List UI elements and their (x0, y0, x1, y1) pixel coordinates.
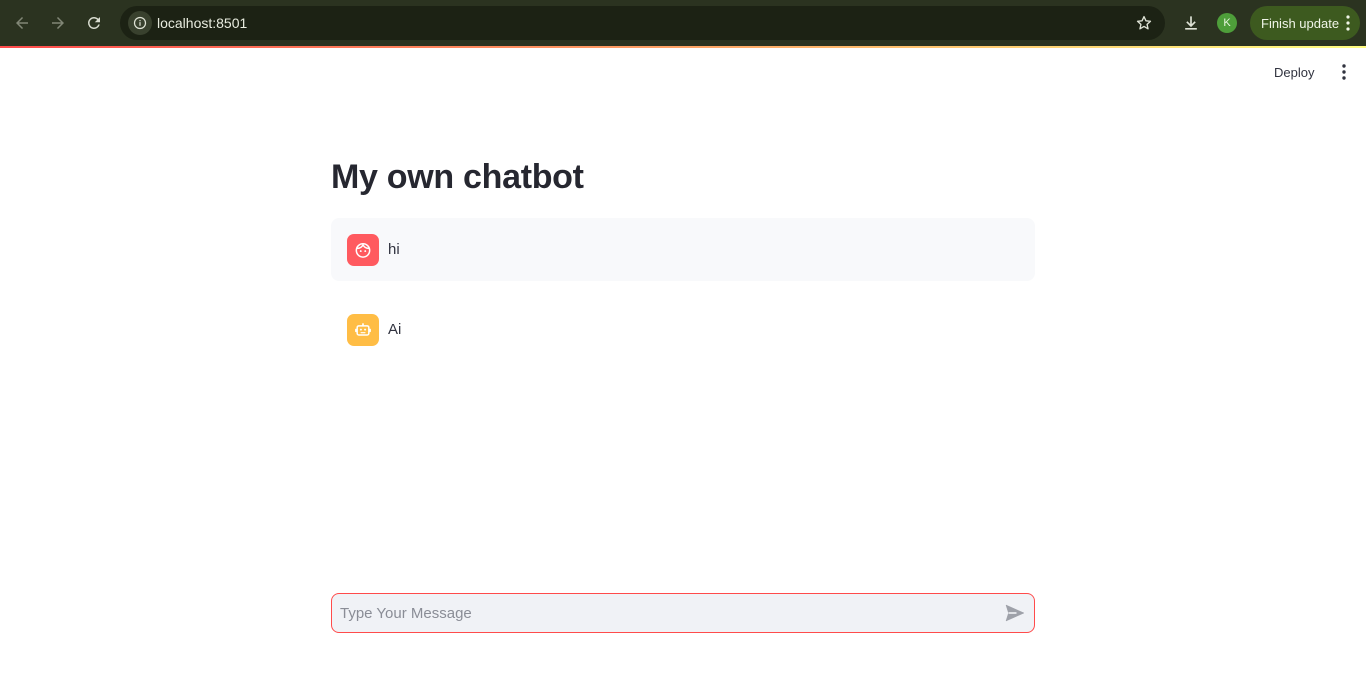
robot-icon (355, 322, 371, 336)
user-avatar (347, 233, 379, 266)
more-vert-icon (1342, 64, 1346, 80)
chat-message-text: Ai (388, 321, 402, 338)
chat-input[interactable] (340, 594, 990, 632)
reload-icon (87, 16, 100, 29)
back-button[interactable] (10, 11, 34, 35)
page-title: My own chatbot (331, 158, 584, 196)
user-face-icon (355, 242, 371, 258)
download-icon[interactable] (1181, 13, 1201, 33)
finish-update-button[interactable]: Finish update (1250, 6, 1360, 40)
assistant-avatar (347, 313, 379, 346)
chat-message-user: hi (331, 218, 1035, 281)
main-menu-button[interactable] (1334, 61, 1354, 83)
finish-update-label: Finish update (1261, 15, 1340, 31)
browser-toolbar: localhost:8501 K Finish update (0, 0, 1366, 46)
send-button[interactable] (1004, 603, 1026, 623)
forward-button[interactable] (46, 11, 70, 35)
chat-input-container (331, 593, 1035, 633)
profile-avatar[interactable]: K (1217, 13, 1237, 33)
info-icon (133, 16, 147, 30)
url-text: localhost:8501 (157, 15, 248, 31)
chat-message-assistant: Ai (331, 298, 1035, 361)
address-bar[interactable]: localhost:8501 (120, 6, 1165, 40)
arrow-left-icon (16, 17, 28, 29)
send-icon (1005, 604, 1025, 622)
deploy-button[interactable]: Deploy (1262, 60, 1326, 84)
more-vert-icon (1346, 15, 1350, 31)
site-info-button[interactable] (128, 11, 152, 35)
reload-button[interactable] (82, 11, 106, 35)
header-decoration-bar (0, 46, 1366, 48)
arrow-right-icon (52, 17, 64, 29)
bookmark-star-icon[interactable] (1135, 14, 1153, 32)
chat-message-text: hi (388, 241, 400, 258)
